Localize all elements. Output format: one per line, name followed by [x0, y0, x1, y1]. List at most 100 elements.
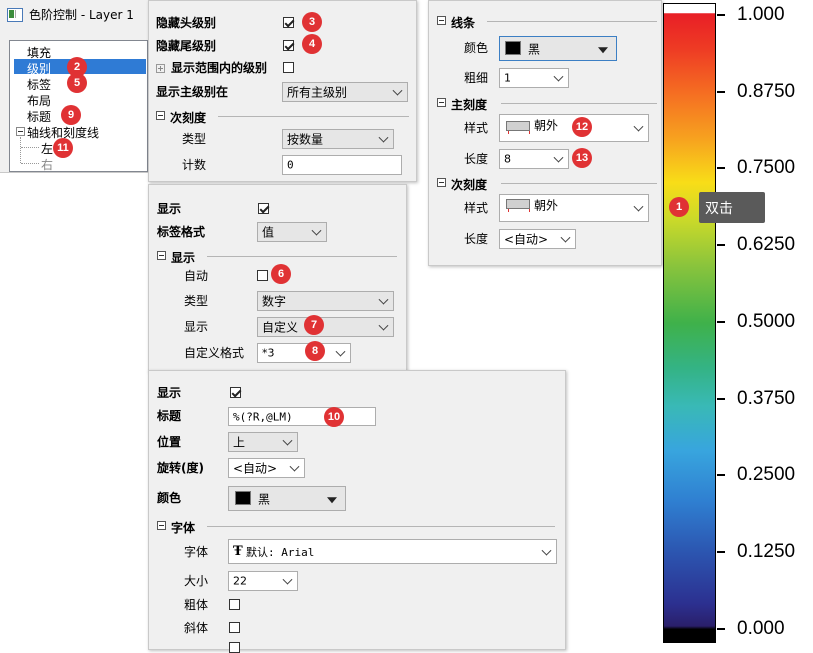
annotation-badge-9: 9: [61, 105, 81, 125]
minor-section-header[interactable]: 次刻度: [156, 109, 409, 125]
expand-toggle-icon[interactable]: [16, 127, 25, 136]
chevron-down-icon: [289, 461, 300, 472]
chevron-down-icon: [541, 545, 552, 556]
chevron-down-icon: [311, 225, 322, 236]
tree-item-labels[interactable]: 标签: [27, 76, 51, 93]
minor-tick-section-header[interactable]: 次刻度: [437, 176, 657, 192]
collapse-icon[interactable]: [437, 178, 446, 187]
title-show-checkbox[interactable]: [230, 387, 241, 398]
tree-item-levels[interactable]: 级别: [27, 60, 51, 77]
collapse-icon[interactable]: [437, 98, 446, 107]
size-label: 大小: [184, 574, 209, 588]
app-icon: [7, 8, 23, 22]
title-color-value: 黑: [258, 492, 271, 506]
major-style-value: 朝外: [534, 118, 559, 133]
line-color-dropdown[interactable]: 黑: [499, 36, 617, 61]
major-tick-section-header[interactable]: 主刻度: [437, 96, 657, 112]
annotation-badge-12: 12: [572, 117, 592, 137]
font-section-header[interactable]: 字体: [157, 519, 555, 535]
auto-checkbox[interactable]: [257, 270, 268, 281]
line-width-value: 1: [504, 71, 511, 85]
colorbar-tick-label: 0.7500: [737, 157, 796, 178]
chevron-down-icon: [553, 152, 564, 163]
label-format-value: 值: [262, 225, 275, 240]
count-input[interactable]: 0: [282, 155, 402, 175]
labels-type-dropdown[interactable]: 数字: [257, 291, 394, 311]
custom-format-combo[interactable]: *3: [257, 343, 351, 363]
italic-checkbox[interactable]: [229, 622, 240, 633]
font-value: 默认: Arial: [246, 545, 315, 559]
hide-tail-label: 隐藏尾级别: [156, 39, 217, 53]
minor-tick-section-title: 次刻度: [451, 178, 488, 192]
colorbar-tick: [717, 474, 725, 476]
labels-display-label: 显示: [184, 320, 209, 334]
font-combo[interactable]: Ŧ 默认: Arial: [228, 539, 557, 564]
custom-format-value: *3: [262, 346, 275, 360]
collapse-icon[interactable]: [157, 251, 166, 260]
divider: [487, 21, 657, 22]
colorbar-tick: [717, 628, 725, 630]
title-color-dropdown[interactable]: 黑: [228, 486, 346, 511]
chevron-down-icon: [378, 320, 389, 331]
tree-item-left[interactable]: 左: [41, 140, 53, 157]
count-label: 计数: [182, 158, 207, 172]
count-value: 0: [287, 158, 294, 172]
chevron-down-icon: [553, 71, 564, 82]
show-major-at-dropdown[interactable]: 所有主级别: [282, 82, 408, 102]
size-combo[interactable]: 22: [228, 571, 298, 591]
annotation-badge-3: 3: [302, 12, 322, 32]
title-panel: 显示 标题 %(?R,@LM) 位置 上 旋转(度) <自动> 颜色 黑 字体 …: [148, 370, 566, 653]
rotation-combo[interactable]: <自动>: [228, 458, 305, 478]
chevron-down-icon: [633, 121, 644, 132]
line-width-label: 粗细: [464, 71, 489, 85]
color-swatch: [235, 491, 251, 505]
line-width-combo[interactable]: 1: [499, 68, 569, 88]
hide-tail-checkbox[interactable]: [283, 40, 294, 51]
show-in-range-checkbox[interactable]: [283, 62, 294, 73]
major-length-combo[interactable]: 8: [499, 149, 569, 169]
annotation-badge-10: 10: [324, 407, 344, 427]
auto-label: 自动: [184, 269, 209, 283]
collapse-icon[interactable]: [156, 111, 165, 120]
minor-length-combo[interactable]: <自动>: [499, 229, 576, 249]
title-input[interactable]: %(?R,@LM): [228, 407, 376, 426]
minor-style-value: 朝外: [534, 198, 559, 213]
line-section-header[interactable]: 线条: [437, 14, 657, 30]
tree-connector-line: [20, 137, 21, 163]
chevron-down-icon: [378, 294, 389, 305]
type-dropdown[interactable]: 按数量: [282, 129, 394, 149]
dropdown-arrow-icon: [598, 46, 608, 53]
minor-style-combo[interactable]: 朝外: [499, 194, 649, 222]
show-major-at-label: 显示主级别在: [156, 85, 229, 99]
tree-item-right[interactable]: 右: [41, 156, 53, 173]
position-dropdown[interactable]: 上: [228, 432, 298, 452]
tick-marks-icon: [508, 131, 530, 134]
annotation-badge-1: 1: [669, 197, 689, 217]
font-label: 字体: [184, 545, 209, 559]
type-value: 按数量: [287, 132, 324, 147]
labels-show-checkbox[interactable]: [258, 203, 269, 214]
chevron-down-icon: [282, 435, 293, 446]
font-section-title: 字体: [171, 521, 196, 535]
tree-item-layout[interactable]: 布局: [27, 92, 51, 109]
minor-style-label: 样式: [464, 201, 489, 215]
chevron-down-icon: [560, 232, 571, 243]
labels-display-dropdown[interactable]: 自定义: [257, 317, 394, 337]
annotation-badge-13: 13: [572, 148, 592, 168]
collapse-icon[interactable]: [437, 16, 446, 25]
display-section-header[interactable]: 显示: [157, 249, 397, 265]
colorbar-tick: [717, 321, 725, 323]
collapse-icon[interactable]: [157, 521, 166, 530]
show-in-range-label: 显示范围内的级别: [171, 61, 268, 75]
annotation-badge-11: 11: [53, 138, 73, 158]
title-color-label: 颜色: [157, 491, 182, 505]
bold-checkbox[interactable]: [229, 599, 240, 610]
expand-icon[interactable]: [156, 64, 165, 73]
tree-item-title[interactable]: 标题: [27, 108, 51, 125]
hide-head-checkbox[interactable]: [283, 17, 294, 28]
italic-label: 斜体: [184, 621, 209, 635]
label-format-dropdown[interactable]: 值: [257, 222, 327, 242]
color-scale-bar[interactable]: [663, 3, 716, 643]
line-section-title: 线条: [451, 16, 476, 30]
divider: [207, 526, 555, 527]
